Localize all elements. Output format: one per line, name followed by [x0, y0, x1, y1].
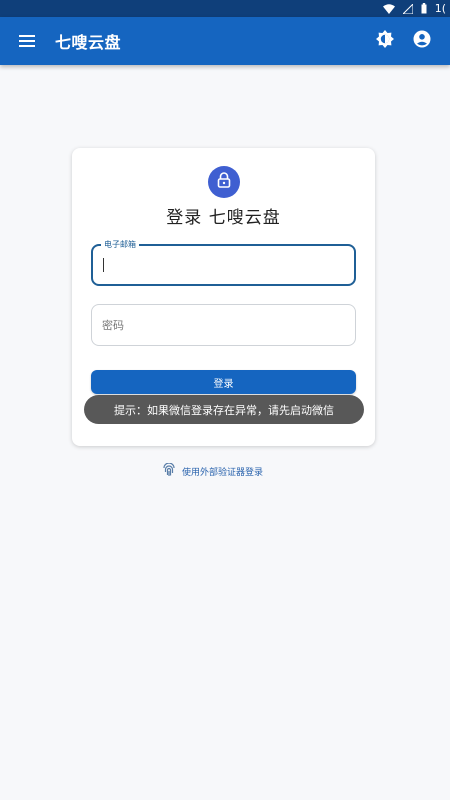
app-title: 七嗖云盘	[55, 33, 122, 52]
login-title: 登录 七嗖云盘	[166, 208, 281, 228]
toast-message: 提示：如果微信登录存在异常，请先启动微信	[84, 395, 364, 424]
password-input[interactable]	[92, 305, 355, 345]
account-circle-icon	[413, 30, 431, 52]
theme-toggle-button[interactable]	[371, 27, 399, 55]
password-field[interactable]	[91, 304, 356, 346]
fingerprint-icon	[162, 461, 176, 481]
account-button[interactable]	[408, 27, 436, 55]
signal-icon	[402, 3, 413, 14]
wifi-icon	[382, 3, 395, 14]
app-bar: 七嗖云盘	[0, 17, 450, 65]
external-login-label: 使用外部验证器登录	[182, 467, 264, 478]
external-login-link[interactable]: 使用外部验证器登录	[162, 461, 263, 481]
menu-button[interactable]	[14, 28, 40, 54]
menu-icon	[19, 32, 35, 51]
login-button[interactable]: 登录	[91, 370, 356, 394]
lock-avatar	[208, 166, 240, 198]
brightness-icon	[376, 30, 394, 52]
email-field[interactable]: 电子邮箱	[91, 239, 356, 286]
battery-icon	[421, 3, 427, 14]
status-bar: 1(	[0, 0, 450, 17]
lock-icon	[217, 172, 231, 192]
status-time: 1(	[434, 2, 446, 15]
email-input[interactable]	[93, 246, 354, 284]
